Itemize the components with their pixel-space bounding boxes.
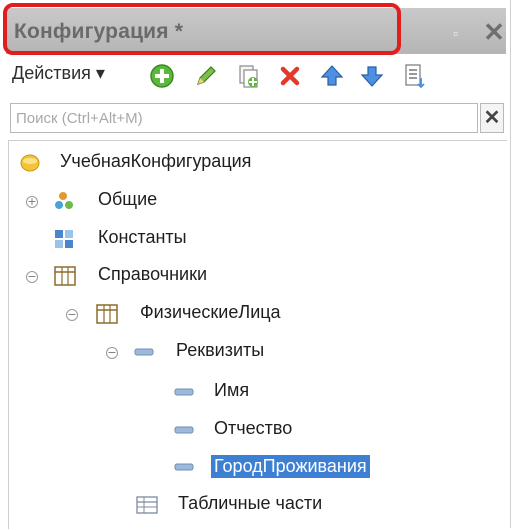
- catalog-icon: [96, 304, 118, 324]
- tree-item-label: УчебнаяКонфигурация: [60, 151, 252, 171]
- tree-item-tabular-parts[interactable]: Табличные части: [136, 490, 376, 520]
- move-down-icon[interactable]: [358, 62, 386, 90]
- tree-item-label: Справочники: [98, 264, 208, 284]
- tree-item-attr-name[interactable]: Имя: [174, 377, 294, 407]
- configuration-icon: [20, 154, 40, 172]
- toolbar: Действия ▾: [6, 58, 506, 96]
- tree-item-label: Реквизиты: [176, 340, 265, 360]
- search-input[interactable]: [11, 104, 477, 132]
- search-clear-button[interactable]: ✕: [480, 103, 504, 133]
- tree-item-attr-city[interactable]: ГородПроживания: [174, 452, 434, 482]
- tree-item-attr-patronymic[interactable]: Отчество: [174, 415, 334, 445]
- tree-item-label: Отчество: [214, 418, 293, 438]
- tree-item-label: Имя: [214, 380, 250, 400]
- expand-icon[interactable]: +: [26, 196, 38, 208]
- list-icon[interactable]: [400, 62, 428, 90]
- attribute-icon: [174, 388, 194, 396]
- tree-item-label: Табличные части: [178, 493, 323, 513]
- tree-item-catalogs[interactable]: − Справочники: [24, 261, 244, 291]
- delete-icon[interactable]: [276, 62, 304, 90]
- attribute-icon: [174, 426, 194, 434]
- constants-icon: [55, 230, 73, 248]
- close-icon[interactable]: ✕: [480, 18, 508, 46]
- tabular-part-icon: [136, 496, 158, 514]
- tree-item-attributes[interactable]: − Реквизиты: [104, 337, 324, 367]
- tree-item-constants[interactable]: Константы: [54, 224, 254, 254]
- add-icon[interactable]: [148, 62, 176, 90]
- attribute-icon: [174, 463, 194, 471]
- collapse-icon[interactable]: −: [26, 271, 38, 283]
- tree-item-individuals[interactable]: − ФизическиеЛица: [64, 299, 344, 329]
- common-icon: [55, 192, 73, 209]
- configuration-panel: Конфигурация * ▫ ✕ Действия ▾ Поиск (Ctr…: [0, 0, 511, 529]
- tree-item-common[interactable]: + Общие: [24, 186, 224, 216]
- collapse-icon[interactable]: −: [66, 309, 78, 321]
- move-up-icon[interactable]: [318, 62, 346, 90]
- tree-item-label: ФизическиеЛица: [140, 302, 281, 322]
- pin-icon[interactable]: ▫: [453, 26, 463, 40]
- tree-item-label: Константы: [98, 227, 187, 247]
- actions-menu-button[interactable]: Действия ▾: [12, 63, 105, 84]
- window-title: Конфигурация *: [14, 20, 184, 43]
- attribute-icon: [134, 348, 154, 356]
- tree-item-label-selected: ГородПроживания: [211, 455, 370, 478]
- title-bar[interactable]: Конфигурация * ▫ ✕: [6, 8, 506, 54]
- catalogs-icon: [54, 266, 76, 286]
- copy-icon[interactable]: [234, 62, 262, 90]
- tree-item-label: Общие: [98, 189, 158, 209]
- collapse-icon[interactable]: −: [106, 347, 118, 359]
- edit-icon[interactable]: [192, 62, 220, 90]
- tree-item-root[interactable]: УчебнаяКонфигурация: [20, 148, 320, 178]
- search-field[interactable]: [10, 103, 478, 133]
